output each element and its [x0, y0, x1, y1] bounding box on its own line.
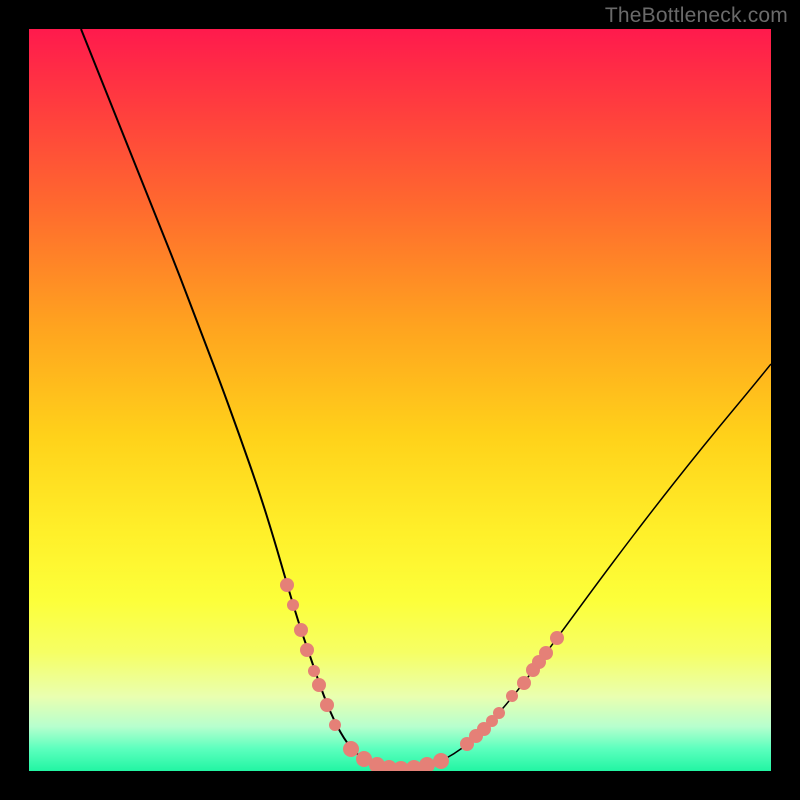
data-marker [419, 757, 435, 771]
data-marker [517, 676, 531, 690]
data-markers [280, 578, 564, 771]
data-marker [294, 623, 308, 637]
data-marker [506, 690, 518, 702]
chart-plot-area [29, 29, 771, 771]
data-marker [539, 646, 553, 660]
data-marker [312, 678, 326, 692]
data-marker [433, 753, 449, 769]
data-marker [280, 578, 294, 592]
data-marker [493, 707, 505, 719]
bottleneck-curve-right [394, 364, 771, 769]
data-marker [329, 719, 341, 731]
data-marker [300, 643, 314, 657]
bottleneck-curve-left [81, 29, 394, 769]
chart-overlay-svg [29, 29, 771, 771]
data-marker [343, 741, 359, 757]
data-marker [308, 665, 320, 677]
data-marker [287, 599, 299, 611]
data-marker [550, 631, 564, 645]
watermark-text: TheBottleneck.com [605, 4, 788, 28]
data-marker [320, 698, 334, 712]
outer-frame: TheBottleneck.com [0, 0, 800, 800]
